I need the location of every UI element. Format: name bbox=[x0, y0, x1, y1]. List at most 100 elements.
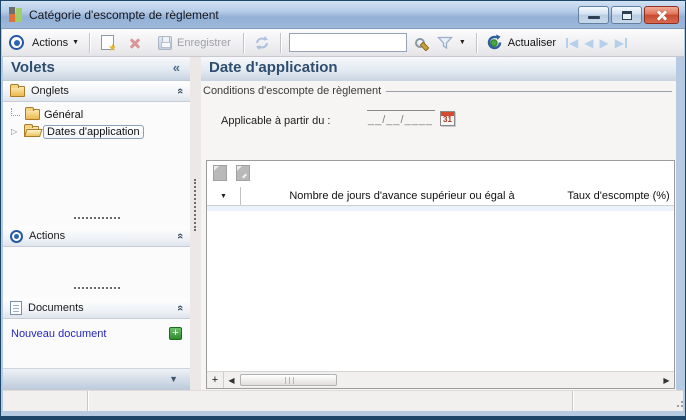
column-header-rate[interactable]: Taux d'escompte (%) bbox=[563, 187, 674, 205]
open-folder-icon bbox=[24, 124, 39, 137]
search-icon[interactable] bbox=[414, 37, 425, 48]
section-splitter[interactable] bbox=[3, 217, 190, 219]
table-toolbar bbox=[207, 161, 674, 187]
tree-expander-icon[interactable]: ▷ bbox=[11, 127, 20, 136]
folder-icon bbox=[25, 107, 40, 120]
section-splitter[interactable] bbox=[3, 287, 190, 289]
nav-next-button[interactable]: ▶ bbox=[600, 36, 609, 50]
app-window: Catégorie d'escompte de règlement Action… bbox=[0, 0, 686, 420]
toolbar-separator bbox=[279, 32, 281, 53]
scroll-left-icon[interactable]: ◀ bbox=[224, 376, 239, 385]
app-logo-icon bbox=[9, 7, 23, 23]
save-button[interactable]: Enregistrer bbox=[177, 37, 231, 49]
collapse-section-icon[interactable]: « bbox=[174, 233, 186, 239]
column-header-days[interactable]: Nombre de jours d'avance supérieur ou ég… bbox=[241, 187, 563, 205]
status-cell-2 bbox=[88, 391, 573, 411]
new-document-link[interactable]: Nouveau document bbox=[11, 328, 106, 340]
nav-next-icon: ▶ bbox=[599, 35, 609, 50]
folder-icon bbox=[10, 83, 25, 97]
sidebar-panel: Volets « Onglets « Général ▷ Dates d'app… bbox=[3, 57, 190, 390]
refresh-circular-icon[interactable] bbox=[486, 34, 503, 51]
search-input[interactable] bbox=[288, 33, 407, 52]
main-panel: Date d'application Conditions d'escompte… bbox=[201, 57, 676, 390]
nav-last-icon: ▶ bbox=[614, 35, 624, 50]
table-first-row-highlight bbox=[207, 206, 674, 211]
section-header-actions[interactable]: Actions « bbox=[3, 226, 190, 247]
groupbox-conditions: Conditions d'escompte de règlement bbox=[203, 85, 674, 97]
minimize-button[interactable] bbox=[578, 6, 609, 24]
add-row-button[interactable]: + bbox=[207, 372, 224, 388]
nav-last-button[interactable]: ▶ bbox=[615, 36, 627, 50]
delete-item-button[interactable] bbox=[128, 36, 142, 50]
add-document-button[interactable]: + bbox=[169, 327, 182, 340]
nav-previous-button[interactable]: ◀ bbox=[584, 36, 593, 50]
status-cell-1 bbox=[3, 391, 88, 411]
section-onglets-label: Onglets bbox=[31, 85, 69, 97]
date-field-label: Applicable à partir du : bbox=[221, 115, 331, 127]
sidebar-header: Volets « bbox=[3, 57, 190, 81]
date-field-underline bbox=[367, 110, 435, 111]
scrollbar-thumb[interactable] bbox=[240, 374, 337, 386]
actions-target-icon bbox=[9, 35, 24, 50]
filter-caret-icon[interactable]: ▼ bbox=[459, 39, 466, 46]
tree-item-general[interactable]: Général bbox=[3, 106, 190, 123]
status-bar bbox=[3, 390, 683, 411]
maximize-button[interactable] bbox=[611, 6, 642, 24]
calendar-icon: 31 bbox=[443, 115, 452, 124]
minimize-icon bbox=[588, 16, 600, 19]
collapse-section-icon[interactable]: « bbox=[174, 305, 186, 311]
window-title: Catégorie d'escompte de règlement bbox=[29, 8, 219, 22]
section-actions-label: Actions bbox=[29, 230, 66, 242]
toolbar-separator bbox=[89, 32, 91, 53]
sidebar-more-icon[interactable]: ▼ bbox=[169, 374, 178, 384]
maximize-icon bbox=[622, 11, 632, 20]
scroll-right-icon[interactable]: ▶ bbox=[659, 376, 674, 385]
save-icon bbox=[158, 35, 173, 50]
remove-row-button[interactable] bbox=[236, 165, 250, 181]
tabs-tree: Général ▷ Dates d'application bbox=[3, 102, 190, 140]
panel-gap bbox=[190, 57, 201, 390]
section-header-onglets[interactable]: Onglets « bbox=[3, 81, 190, 102]
date-field-row: Applicable à partir du : __/__/____ 31 bbox=[201, 97, 676, 137]
nav-first-button[interactable]: ◀ bbox=[566, 36, 578, 50]
discount-table: ▼ Nombre de jours d'avance supérieur ou … bbox=[206, 160, 675, 389]
toolbar: Actions ▼ Enregistrer ▼ bbox=[2, 29, 684, 57]
nav-first-icon: ◀ bbox=[569, 35, 579, 50]
tree-item-label: Général bbox=[44, 108, 84, 121]
document-icon bbox=[10, 301, 22, 315]
table-header-row: ▼ Nombre de jours d'avance supérieur ou … bbox=[207, 187, 674, 206]
refresh-button[interactable]: Actualiser bbox=[508, 37, 556, 49]
collapse-sidebar-button[interactable]: « bbox=[173, 60, 180, 75]
dropdown-icon: ▼ bbox=[220, 192, 227, 200]
nav-previous-icon: ◀ bbox=[584, 35, 594, 50]
horizontal-scrollbar: + ◀ ▶ bbox=[207, 371, 674, 388]
tree-item-dates-application[interactable]: ▷ Dates d'application bbox=[3, 123, 190, 140]
actions-menu-button[interactable]: Actions bbox=[32, 37, 68, 49]
row-selector-dropdown[interactable]: ▼ bbox=[207, 187, 241, 205]
refresh-icon-button[interactable] bbox=[254, 35, 270, 51]
page-title: Date d'application bbox=[209, 59, 338, 76]
titlebar[interactable]: Catégorie d'escompte de règlement bbox=[1, 1, 685, 29]
toolbar-separator bbox=[475, 32, 477, 53]
resize-grip[interactable] bbox=[677, 405, 679, 407]
close-button[interactable] bbox=[644, 6, 679, 24]
actions-target-icon bbox=[10, 229, 23, 243]
toolbar-separator bbox=[242, 32, 244, 53]
groupbox-line bbox=[386, 91, 672, 92]
sidebar-more-bar[interactable]: ▼ bbox=[3, 368, 190, 390]
calendar-button[interactable]: 31 bbox=[440, 111, 455, 126]
actions-caret-icon[interactable]: ▼ bbox=[72, 39, 79, 46]
collapse-section-icon[interactable]: « bbox=[174, 88, 186, 94]
new-item-button[interactable] bbox=[101, 35, 117, 54]
main-header: Date d'application bbox=[201, 57, 676, 81]
sidebar-title: Volets bbox=[11, 59, 55, 76]
status-cell-3 bbox=[573, 391, 683, 411]
vertical-splitter[interactable] bbox=[194, 179, 196, 231]
insert-row-button[interactable] bbox=[213, 165, 227, 181]
tree-item-label-selected: Dates d'application bbox=[43, 124, 144, 139]
date-input[interactable]: __/__/____ bbox=[368, 114, 433, 126]
section-header-documents[interactable]: Documents « bbox=[3, 298, 190, 319]
groupbox-label: Conditions d'escompte de règlement bbox=[203, 85, 382, 97]
section-documents-label: Documents bbox=[28, 302, 84, 314]
filter-icon[interactable] bbox=[436, 36, 453, 50]
